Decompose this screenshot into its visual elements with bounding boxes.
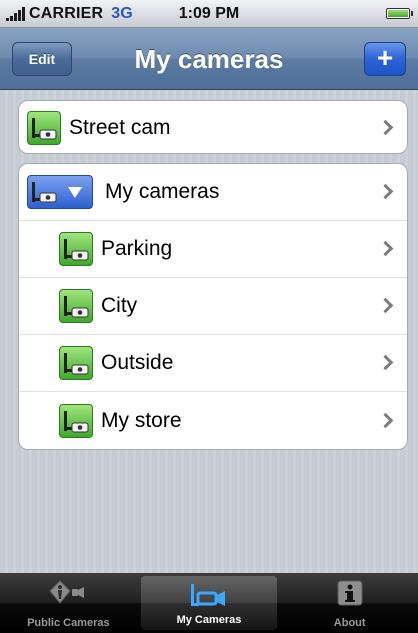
status-bar: CARRIER 3G 1:09 PM xyxy=(0,0,418,28)
camera-icon xyxy=(59,346,93,380)
public-camera-icon xyxy=(48,579,88,612)
camera-name: Street cam xyxy=(69,116,171,139)
tab-label: About xyxy=(333,617,366,629)
chevron-right-icon xyxy=(377,183,394,200)
list-item[interactable]: Street cam xyxy=(19,101,407,153)
chevron-right-icon xyxy=(377,412,394,428)
tab-about[interactable]: About xyxy=(281,573,418,633)
chevron-right-icon xyxy=(377,297,394,314)
camera-name: Parking xyxy=(101,237,173,260)
camera-group-expand-icon[interactable] xyxy=(27,175,93,209)
tab-label: Public Cameras xyxy=(27,617,110,629)
add-camera-button[interactable]: + xyxy=(364,42,406,76)
video-camera-icon xyxy=(189,582,229,615)
chevron-right-icon xyxy=(377,119,394,136)
navigation-bar: My cameras Edit + xyxy=(0,28,418,90)
camera-name: Outside xyxy=(101,351,174,374)
tab-public-cameras[interactable]: Public Cameras xyxy=(0,573,137,633)
group-header-row[interactable]: My cameras xyxy=(19,164,407,221)
camera-group-my-cameras: My cameras Parking City Outside My store xyxy=(18,163,408,450)
list-item[interactable]: City xyxy=(19,278,407,335)
camera-list: Street cam My cameras Parking City Outsi… xyxy=(0,90,418,573)
chevron-right-icon xyxy=(377,240,394,257)
tab-my-cameras[interactable]: My Cameras xyxy=(140,576,278,630)
list-item[interactable]: My store xyxy=(19,392,407,449)
group-name: My cameras xyxy=(105,180,220,203)
camera-icon xyxy=(59,232,93,266)
camera-icon xyxy=(59,403,93,438)
list-item[interactable]: Outside xyxy=(19,335,407,392)
camera-group-standalone: Street cam xyxy=(18,100,408,154)
camera-name: City xyxy=(101,294,138,317)
camera-name: My store xyxy=(101,408,182,432)
chevron-right-icon xyxy=(377,354,394,371)
camera-icon xyxy=(27,111,61,145)
battery-icon xyxy=(386,8,413,19)
info-icon xyxy=(336,579,364,612)
list-item[interactable]: Parking xyxy=(19,221,407,278)
tab-label: My Cameras xyxy=(176,614,242,626)
status-time: 1:09 PM xyxy=(178,4,240,22)
tab-bar: Public Cameras My Cameras About xyxy=(0,573,418,633)
camera-icon xyxy=(59,289,93,323)
edit-button[interactable]: Edit xyxy=(12,42,72,76)
